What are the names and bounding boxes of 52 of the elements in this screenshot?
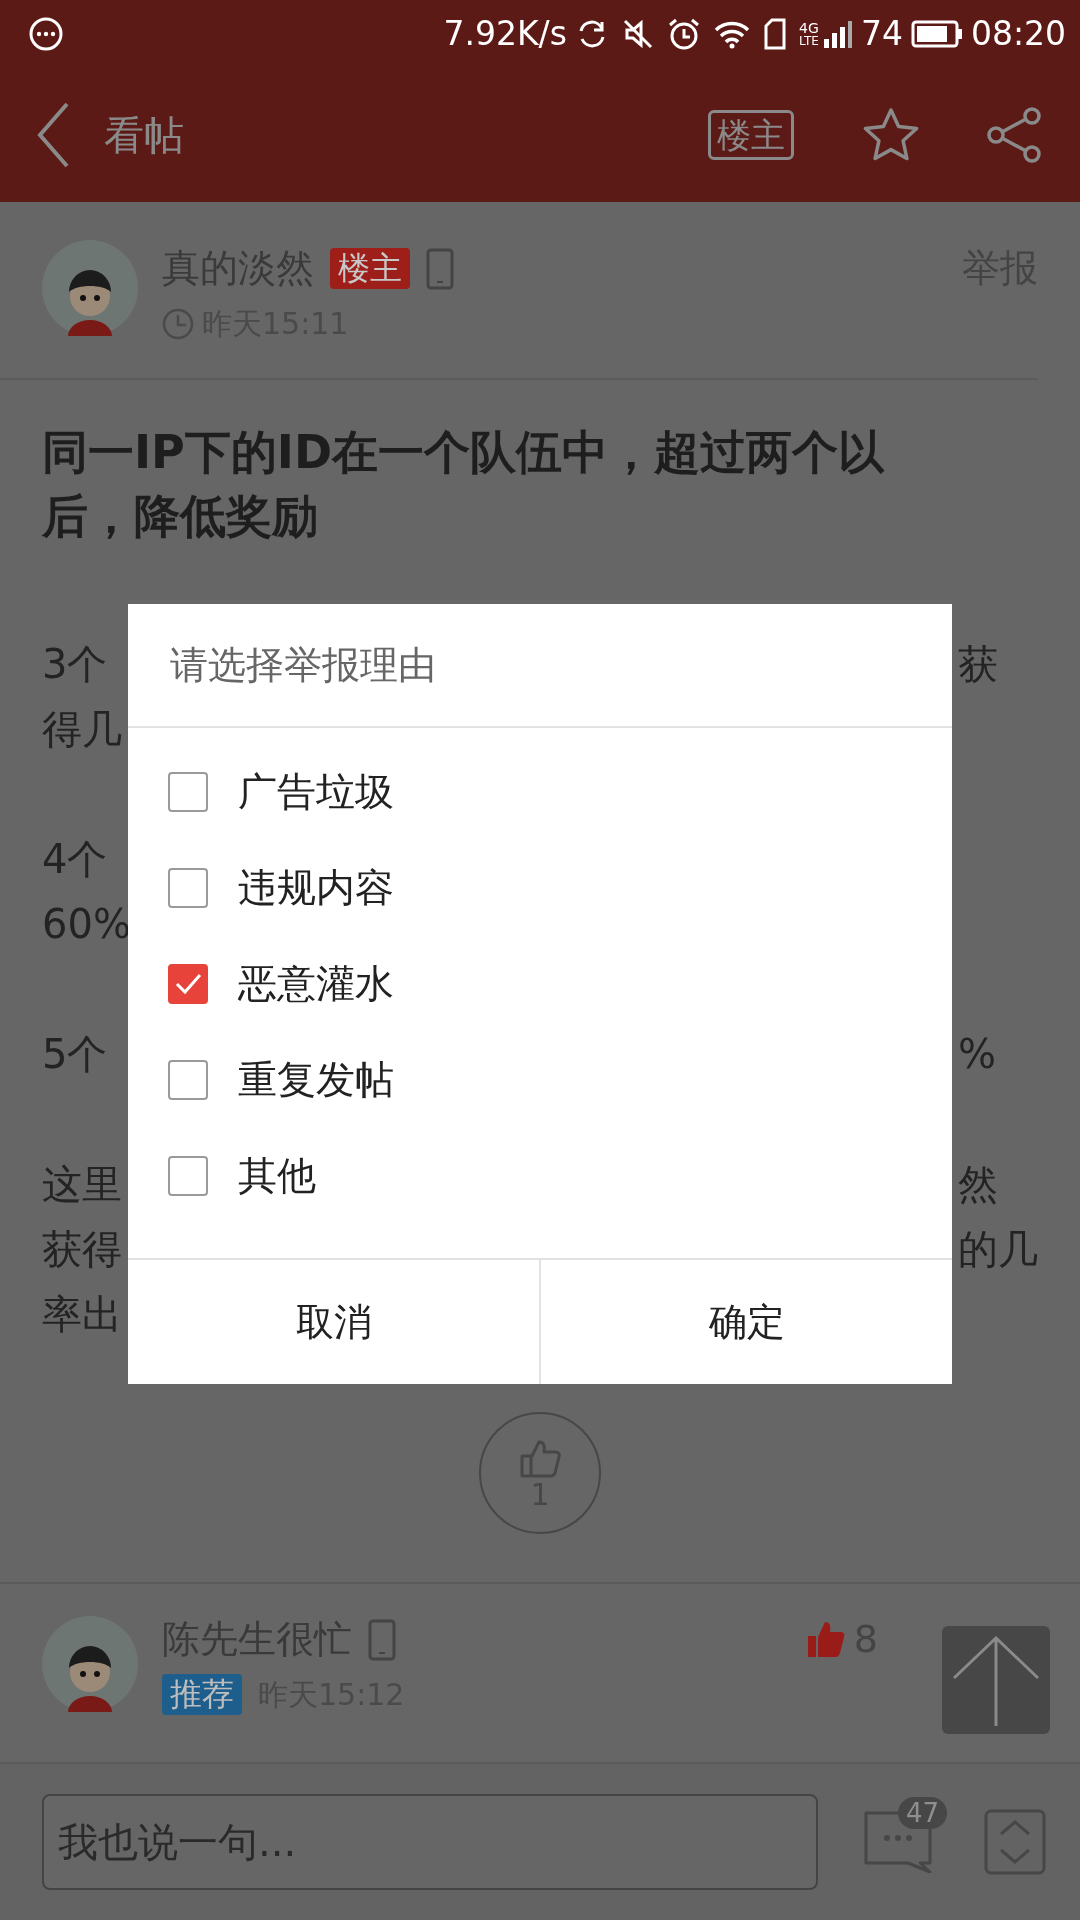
- report-reason-option[interactable]: 重复发帖: [128, 1032, 952, 1128]
- phone-icon: [368, 1618, 396, 1661]
- body-text: 的几: [958, 1226, 1038, 1272]
- network-type: LTE: [798, 35, 819, 47]
- body-text: 然: [958, 1161, 998, 1207]
- body-text: 率出: [42, 1291, 122, 1337]
- checkbox[interactable]: [168, 868, 208, 908]
- report-reason-option[interactable]: 恶意灌水: [128, 936, 952, 1032]
- star-icon[interactable]: [862, 107, 920, 163]
- body-text: 60%: [42, 901, 131, 947]
- recommended-badge: 推荐: [162, 1674, 242, 1715]
- body-text: 5个: [42, 1031, 108, 1077]
- network-speed: 7.92K/s: [443, 13, 567, 56]
- signal-icon: [822, 19, 853, 49]
- body-text: 4个: [42, 836, 108, 882]
- post-title: 同一IP下的ID在一个队伍中，超过两个以后，降低奖励: [40, 424, 886, 545]
- share-icon[interactable]: [986, 106, 1044, 164]
- body-text: 得几: [42, 706, 122, 752]
- checkbox[interactable]: [168, 1156, 208, 1196]
- clock-time: 08:20: [970, 13, 1066, 56]
- dialog-title: 请选择举报理由: [170, 641, 436, 689]
- back-icon[interactable]: [36, 101, 70, 169]
- report-reason-option[interactable]: 其他: [128, 1128, 952, 1224]
- network-type: 4G: [798, 21, 819, 35]
- body-text: 获: [958, 641, 998, 687]
- body-text: %: [958, 1031, 996, 1077]
- back-to-top-button[interactable]: [942, 1626, 1050, 1734]
- report-reason-option[interactable]: 违规内容: [128, 840, 952, 936]
- avatar-icon: [42, 1616, 138, 1712]
- clock-icon: [162, 307, 194, 340]
- page-title: 看帖: [104, 111, 184, 160]
- comment-input[interactable]: 我也说一句...: [42, 1794, 818, 1890]
- body-text: 3个: [42, 641, 108, 687]
- checkbox[interactable]: [168, 772, 208, 812]
- avatar-icon: [42, 240, 138, 336]
- body-text: 这里: [42, 1161, 122, 1207]
- battery-level: 74: [860, 13, 903, 56]
- op-badge: 楼主: [330, 248, 410, 289]
- checkbox[interactable]: [168, 1060, 208, 1100]
- scroll-up-down-icon[interactable]: [984, 1809, 1046, 1875]
- phone-icon: [426, 247, 454, 290]
- wifi-icon: [712, 19, 751, 49]
- op-only-button[interactable]: 楼主: [708, 109, 794, 161]
- sim-card-icon: [762, 18, 787, 50]
- report-reason-option[interactable]: 广告垃圾: [128, 744, 952, 840]
- thumbs-up-icon: [805, 1619, 846, 1659]
- battery-icon: [910, 20, 963, 48]
- menu-dots-icon: [28, 16, 64, 52]
- body-text: 获得: [42, 1226, 122, 1272]
- checkbox[interactable]: [168, 964, 208, 1004]
- comment-count-badge: 47: [898, 1797, 948, 1829]
- alarm-icon: [666, 17, 701, 51]
